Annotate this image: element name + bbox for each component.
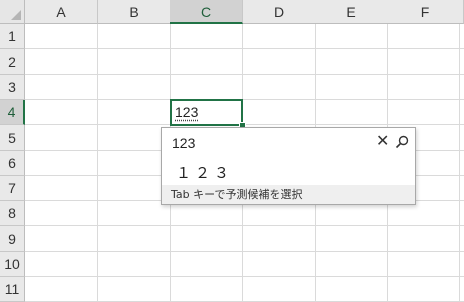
row-header-3[interactable]: 3 [0, 75, 25, 100]
row-header-6[interactable]: 6 [0, 151, 25, 176]
column-header-f[interactable]: F [387, 0, 464, 24]
active-cell-value: 123 [175, 104, 199, 120]
row-header-7[interactable]: 7 [0, 176, 25, 201]
grid-row-line [25, 225, 464, 226]
row-header-8[interactable]: 8 [0, 201, 25, 226]
close-icon[interactable]: ✕ [376, 132, 389, 152]
select-all-triangle-icon [11, 10, 21, 20]
grid-row-line [25, 99, 464, 100]
row-header-4[interactable]: 4 [0, 100, 25, 125]
column-header-e[interactable]: E [315, 0, 388, 24]
row-header-2[interactable]: 2 [0, 49, 25, 75]
active-cell-c4[interactable]: 123 [170, 99, 243, 126]
grid-column-line [97, 24, 98, 302]
row-header-10[interactable]: 10 [0, 252, 25, 277]
search-icon[interactable] [395, 135, 409, 149]
column-header-a[interactable]: A [25, 0, 98, 24]
ime-candidate-item[interactable]: １２３ [176, 162, 233, 183]
ime-hint-bar: Tab キーで予測候補を選択 [162, 185, 415, 204]
ime-input-text: 123 [172, 135, 196, 151]
column-header-d[interactable]: D [243, 0, 316, 24]
grid-row-line [25, 48, 464, 49]
column-header-b[interactable]: B [98, 0, 171, 24]
ime-prediction-popup: 123 ✕ １２３ Tab キーで予測候補を選択 [161, 127, 416, 205]
grid-row-line [25, 251, 464, 252]
grid-row-line [25, 276, 464, 277]
column-header-c[interactable]: C [170, 0, 243, 24]
grid-column-line [459, 24, 460, 302]
select-all-corner[interactable] [0, 0, 25, 24]
row-header-11[interactable]: 11 [0, 277, 25, 302]
row-header-5[interactable]: 5 [0, 125, 25, 151]
grid-row-line [25, 74, 464, 75]
row-header-9[interactable]: 9 [0, 226, 25, 252]
row-header-1[interactable]: 1 [0, 24, 25, 49]
